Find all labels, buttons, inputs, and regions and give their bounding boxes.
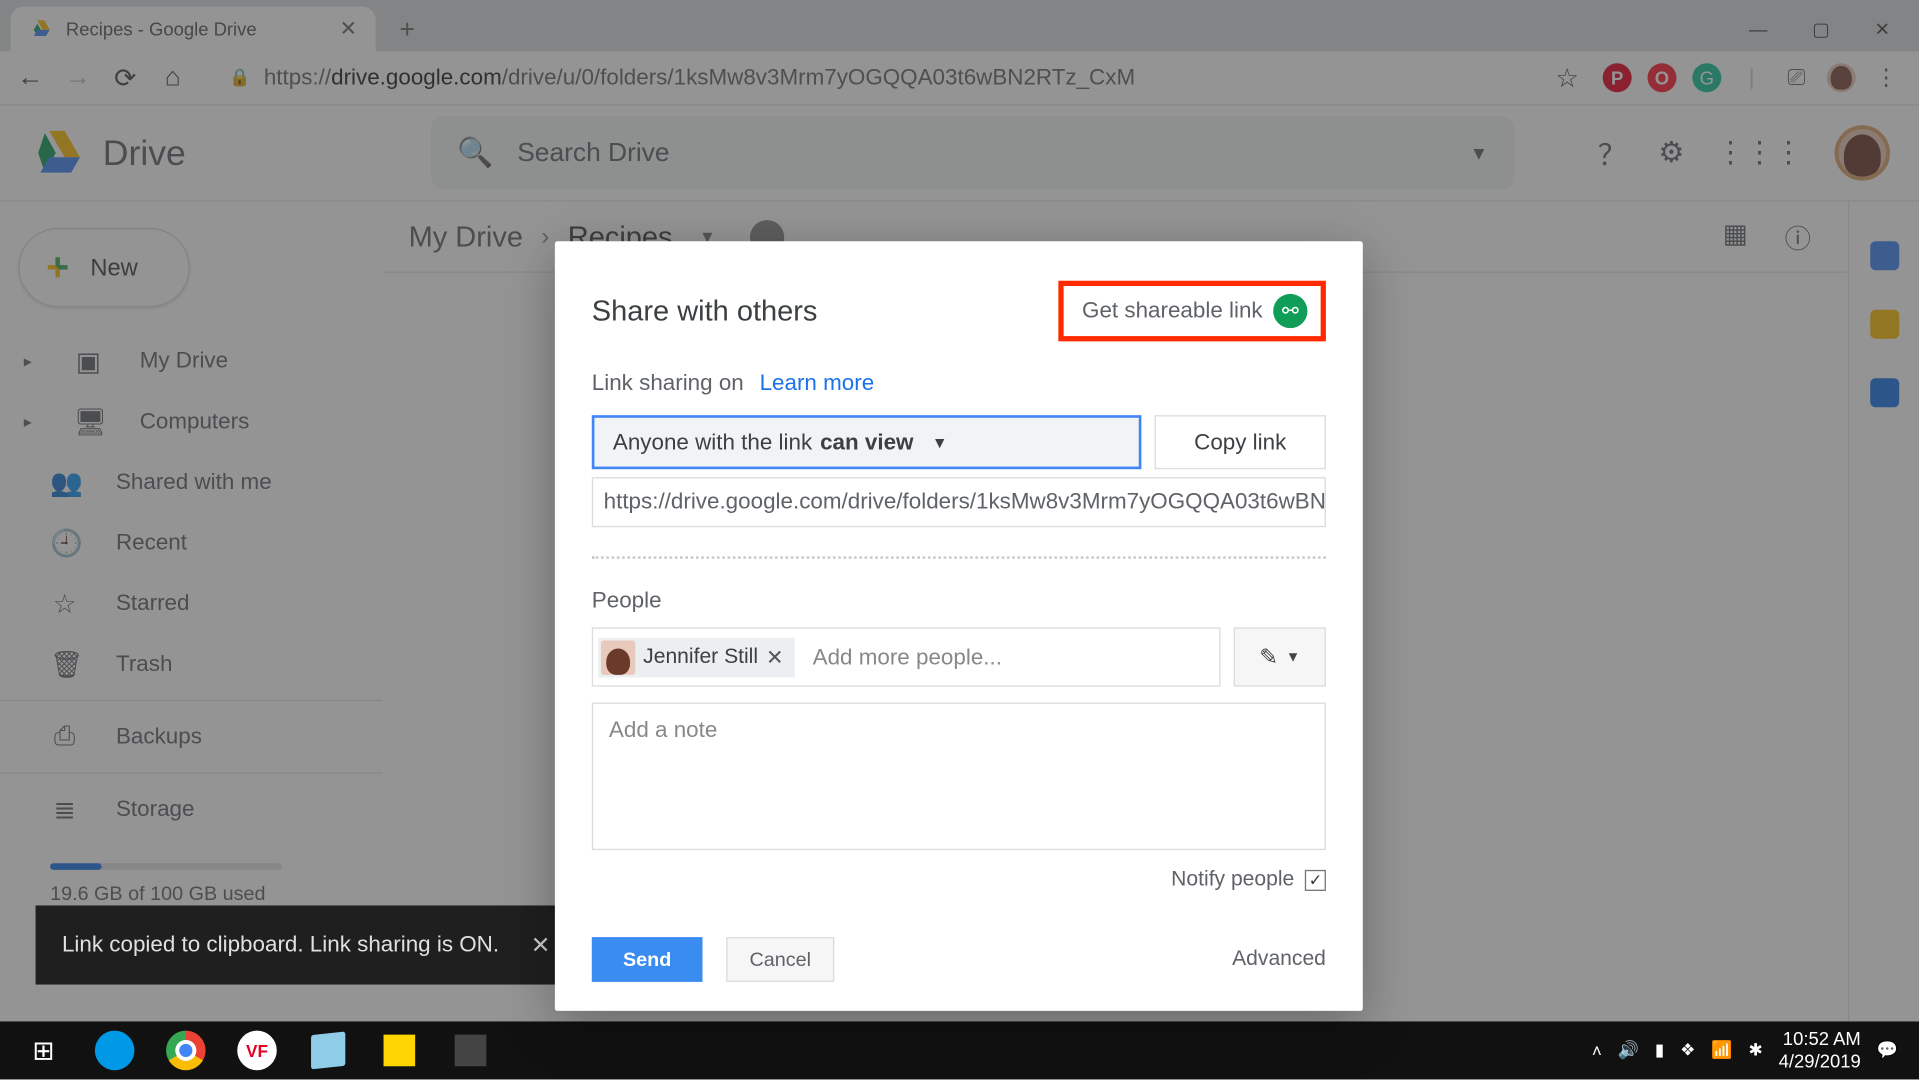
chip-remove-icon[interactable]: ✕: [766, 644, 784, 670]
tray-app-icon[interactable]: ✱: [1748, 1040, 1762, 1061]
taskbar-app-1[interactable]: [79, 1021, 150, 1079]
taskbar-app-4[interactable]: [293, 1021, 364, 1079]
toast-text: Link copied to clipboard. Link sharing i…: [62, 932, 499, 958]
tray-volume-icon[interactable]: 🔊: [1618, 1040, 1639, 1061]
chevron-down-icon: ▼: [1286, 649, 1300, 665]
send-button[interactable]: Send: [592, 937, 703, 982]
start-button[interactable]: ⊞: [8, 1021, 79, 1079]
tray-wifi-icon[interactable]: 📶: [1711, 1040, 1732, 1061]
get-shareable-link-button[interactable]: Get shareable link ⚯: [1058, 281, 1326, 342]
chevron-down-icon: ▼: [932, 433, 948, 451]
person-chip[interactable]: Jennifer Still ✕: [598, 637, 794, 677]
learn-more-link[interactable]: Learn more: [760, 370, 875, 396]
people-input[interactable]: Jennifer Still ✕ Add more people...: [592, 627, 1221, 686]
taskbar: ⊞ VF ˄ 🔊 ▮ ❖ 📶 ✱ 10:52 AM 4/29/2019 💬: [0, 1021, 1919, 1079]
advanced-link[interactable]: Advanced: [1232, 948, 1326, 972]
divider: [592, 556, 1326, 559]
tray-chevron-icon[interactable]: ˄: [1592, 1041, 1602, 1061]
people-label: People: [592, 588, 1326, 614]
chip-name: Jennifer Still: [643, 645, 758, 669]
share-modal: Share with others Get shareable link ⚯ L…: [555, 241, 1363, 1011]
note-textarea[interactable]: Add a note: [592, 702, 1326, 850]
link-url-box[interactable]: https://drive.google.com/drive/folders/1…: [592, 477, 1326, 527]
tray-battery-icon[interactable]: ▮: [1655, 1040, 1664, 1061]
pencil-icon: ✎: [1259, 644, 1278, 670]
tray-dropbox-icon[interactable]: ❖: [1680, 1040, 1695, 1061]
taskbar-clock[interactable]: 10:52 AM 4/29/2019: [1779, 1028, 1861, 1072]
toast-close-icon[interactable]: ✕: [531, 931, 551, 959]
tray-notifications-icon[interactable]: 💬: [1877, 1040, 1898, 1061]
taskbar-app-6[interactable]: [435, 1021, 506, 1079]
cancel-button[interactable]: Cancel: [726, 937, 834, 982]
taskbar-chrome[interactable]: [150, 1021, 221, 1079]
chip-avatar: [601, 640, 635, 674]
taskbar-app-5[interactable]: [364, 1021, 435, 1079]
notify-checkbox[interactable]: ✓: [1305, 870, 1326, 891]
notify-label: Notify people: [1171, 869, 1294, 893]
permission-select[interactable]: Anyone with the link can view ▼: [592, 415, 1142, 469]
copy-link-button[interactable]: Copy link: [1155, 415, 1326, 469]
modal-title: Share with others: [592, 294, 818, 328]
link-icon: ⚯: [1273, 294, 1307, 328]
link-sharing-status: Link sharing on: [592, 370, 744, 396]
taskbar-app-3[interactable]: VF: [221, 1021, 292, 1079]
permission-pencil-button[interactable]: ✎ ▼: [1234, 627, 1326, 686]
toast: Link copied to clipboard. Link sharing i…: [36, 905, 577, 984]
get-link-label: Get shareable link: [1082, 298, 1263, 324]
add-people-placeholder: Add more people...: [813, 644, 1002, 670]
